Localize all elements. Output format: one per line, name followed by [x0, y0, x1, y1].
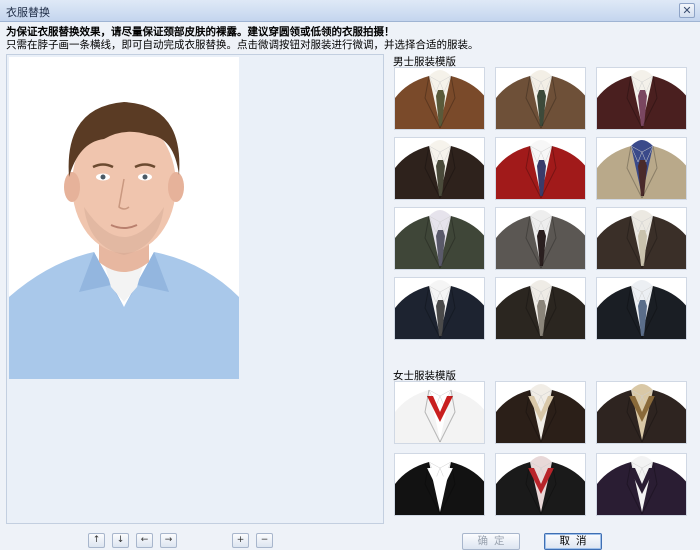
women-template-tile[interactable]: [394, 453, 485, 516]
men-suit-thumbnail: [496, 138, 585, 199]
men-suit-thumbnail: [496, 208, 585, 269]
women-suit-thumbnail: [395, 454, 484, 515]
women-template-tile[interactable]: [495, 381, 586, 444]
men-suit-thumbnail: [597, 208, 686, 269]
men-template-tile[interactable]: [394, 207, 485, 270]
move-up-button[interactable]: ↑: [88, 533, 105, 548]
women-template-tile[interactable]: [596, 453, 687, 516]
instruction-hint: 只需在脖子画一条横线，即可自动完成衣服替换。点击微调按钮对服装进行微调，并选择合…: [6, 39, 479, 51]
close-button[interactable]: ✕: [679, 3, 695, 18]
minus-icon: −: [260, 535, 269, 545]
men-template-tile[interactable]: [596, 277, 687, 340]
portrait-photo[interactable]: [9, 57, 239, 379]
arrow-left-icon: ←: [140, 535, 149, 545]
ok-button[interactable]: 确定: [462, 533, 520, 550]
instructions: 为保证衣服替换效果，请尽量保证颈部皮肤的裸露。建议穿圆领或低领的衣服拍摄！ 只需…: [6, 26, 479, 52]
arrow-down-icon: ↓: [116, 535, 125, 545]
men-suit-thumbnail: [496, 278, 585, 339]
women-suit-thumbnail: [496, 454, 585, 515]
move-down-button[interactable]: ↓: [112, 533, 129, 548]
men-suit-thumbnail: [597, 138, 686, 199]
zoom-in-button[interactable]: +: [232, 533, 249, 548]
men-suit-thumbnail: [496, 68, 585, 129]
women-template-tile[interactable]: [495, 453, 586, 516]
men-suit-thumbnail: [597, 68, 686, 129]
instruction-warning: 为保证衣服替换效果，请尽量保证颈部皮肤的裸露。建议穿圆领或低领的衣服拍摄！: [6, 26, 395, 38]
zoom-out-button[interactable]: −: [256, 533, 273, 548]
close-icon: ✕: [682, 4, 692, 17]
men-template-tile[interactable]: [495, 67, 586, 130]
men-template-tile[interactable]: [596, 137, 687, 200]
men-template-tile[interactable]: [495, 137, 586, 200]
plus-icon: +: [236, 535, 245, 545]
move-left-button[interactable]: ←: [136, 533, 153, 548]
photo-panel[interactable]: [6, 54, 384, 524]
women-template-tile[interactable]: [394, 381, 485, 444]
arrow-right-icon: →: [164, 535, 173, 545]
women-template-tile[interactable]: [596, 381, 687, 444]
women-suit-thumbnail: [597, 382, 686, 443]
women-suit-thumbnail: [597, 454, 686, 515]
men-template-tile[interactable]: [394, 137, 485, 200]
men-suit-thumbnail: [395, 138, 484, 199]
women-suit-thumbnail: [395, 382, 484, 443]
women-suit-thumbnail: [496, 382, 585, 443]
men-suit-thumbnail: [395, 68, 484, 129]
portrait-illustration: [9, 57, 239, 379]
men-template-tile[interactable]: [394, 277, 485, 340]
men-template-tile[interactable]: [596, 67, 687, 130]
men-template-tile[interactable]: [596, 207, 687, 270]
move-right-button[interactable]: →: [160, 533, 177, 548]
arrow-up-icon: ↑: [92, 535, 101, 545]
men-suit-thumbnail: [395, 278, 484, 339]
men-template-tile[interactable]: [394, 67, 485, 130]
men-template-tile[interactable]: [495, 277, 586, 340]
cancel-button[interactable]: 取消: [544, 533, 602, 550]
men-suit-thumbnail: [395, 208, 484, 269]
title-bar: 衣服替换 ✕: [0, 0, 700, 22]
window-title: 衣服替换: [6, 6, 50, 19]
men-template-tile[interactable]: [495, 207, 586, 270]
men-suit-thumbnail: [597, 278, 686, 339]
